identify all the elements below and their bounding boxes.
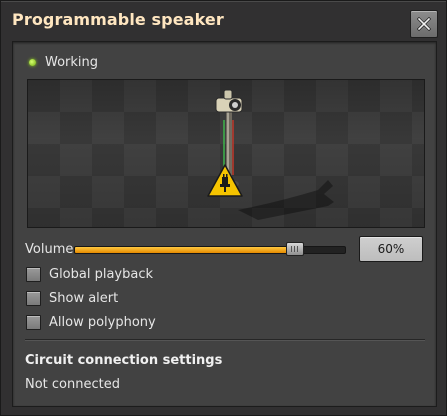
content-panel: Working Volume 60% Global playback Show … bbox=[12, 41, 437, 407]
allow-polyphony-label: Allow polyphony bbox=[49, 314, 156, 330]
speaker-window: Programmable speaker Working Volume 60% … bbox=[0, 0, 447, 416]
status-light-icon bbox=[29, 58, 36, 66]
section-divider bbox=[25, 339, 425, 340]
circuit-section-title: Circuit connection settings bbox=[25, 353, 223, 368]
close-button[interactable] bbox=[410, 10, 438, 38]
volume-slider[interactable] bbox=[74, 242, 346, 256]
status-indicator: Working bbox=[29, 54, 98, 70]
allow-polyphony-checkbox[interactable] bbox=[26, 314, 41, 330]
no-power-warning-icon bbox=[207, 164, 243, 197]
speaker-entity-image bbox=[207, 89, 334, 220]
circuit-connection-status: Not connected bbox=[25, 377, 120, 392]
volume-value-field[interactable]: 60% bbox=[359, 236, 423, 262]
global-playback-label: Global playback bbox=[49, 266, 154, 282]
volume-slider-fill bbox=[75, 247, 295, 253]
volume-label: Volume bbox=[25, 242, 74, 257]
entity-preview[interactable] bbox=[27, 79, 425, 228]
global-playback-option[interactable]: Global playback bbox=[26, 265, 153, 283]
show-alert-option[interactable]: Show alert bbox=[26, 289, 118, 307]
show-alert-checkbox[interactable] bbox=[26, 290, 41, 306]
volume-row: Volume 60% bbox=[25, 236, 425, 265]
global-playback-checkbox[interactable] bbox=[26, 266, 41, 282]
show-alert-label: Show alert bbox=[49, 290, 119, 306]
title-bar[interactable]: Programmable speaker bbox=[1, 1, 446, 41]
volume-slider-handle[interactable] bbox=[286, 242, 304, 256]
status-text: Working bbox=[45, 54, 99, 70]
window-title: Programmable speaker bbox=[12, 10, 224, 29]
allow-polyphony-option[interactable]: Allow polyphony bbox=[26, 313, 156, 331]
close-icon bbox=[417, 17, 431, 31]
